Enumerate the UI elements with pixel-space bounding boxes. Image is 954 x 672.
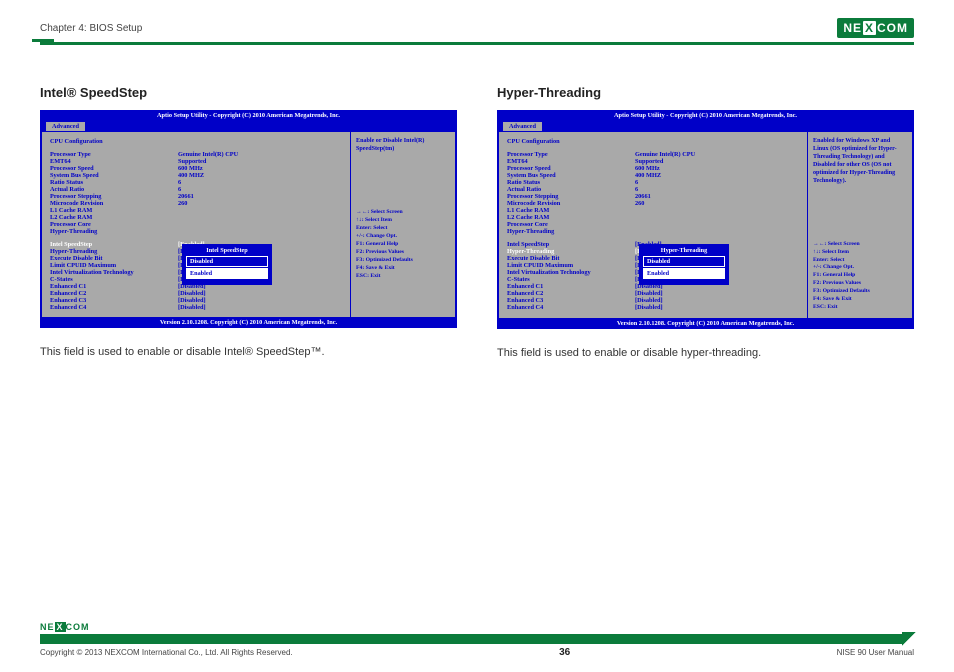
bios-tab-advanced: Advanced (503, 122, 542, 131)
section-title-right: Hyper-Threading (497, 85, 914, 100)
bios-popup-left: Intel SpeedStep Disabled Enabled (182, 244, 272, 285)
bios-info-row: L1 Cache RAM (507, 207, 799, 214)
bios-info-row: EMT64Supported (50, 158, 342, 165)
bios-popup-right: Hyper-Threading Disabled Enabled (639, 244, 729, 285)
bios-info-row: System Bus Speed400 MHZ (50, 172, 342, 179)
bios-tab-advanced: Advanced (46, 122, 85, 131)
bios-help-top: Enable or Disable Intel(R) SpeedStep(tm) (356, 138, 450, 154)
bios-cfg-title: CPU Configuration (507, 138, 799, 145)
bios-screenshot-left: Aptio Setup Utility - Copyright (C) 2010… (40, 110, 457, 328)
bios-info-row: Actual Ratio6 (50, 186, 342, 193)
bios-tabbar: Advanced (497, 121, 914, 132)
bios-screenshot-right: Aptio Setup Utility - Copyright (C) 2010… (497, 110, 914, 329)
bios-info-row: Ratio Status6 (50, 179, 342, 186)
nexcom-logo: NEXCOM (837, 18, 914, 38)
bios-keyhelp: →←: Select Screen↑↓: Select ItemEnter: S… (813, 241, 907, 313)
bios-info-row: Processor TypeGenuine Intel(R) CPU (50, 151, 342, 158)
bios-keyhelp: →←: Select Screen↑↓: Select ItemEnter: S… (356, 209, 450, 281)
popup-opt-disabled: Disabled (186, 256, 268, 267)
popup-opt-disabled: Disabled (643, 256, 725, 267)
bios-info-row: Processor TypeGenuine Intel(R) CPU (507, 151, 799, 158)
bios-info-row: L2 Cache RAM (507, 214, 799, 221)
bios-info-row: Hyper-Threading (507, 228, 799, 235)
field-description-right: This field is used to enable or disable … (497, 347, 914, 359)
bios-header: Aptio Setup Utility - Copyright (C) 2010… (497, 110, 914, 121)
bios-info-row: Ratio Status6 (507, 179, 799, 186)
bios-info-row: Processor Core (507, 221, 799, 228)
bios-info-rows: Processor TypeGenuine Intel(R) CPUEMT64S… (507, 151, 799, 235)
popup-opt-enabled: Enabled (186, 268, 268, 279)
manual-name: NISE 90 User Manual (837, 648, 914, 657)
page-header: Chapter 4: BIOS Setup NEXCOM (40, 18, 914, 38)
bios-info-row: Actual Ratio6 (507, 186, 799, 193)
bios-option-row: Enhanced C3[Disabled] (507, 297, 799, 304)
bios-option-row: Enhanced C2[Disabled] (507, 290, 799, 297)
copyright-text: Copyright © 2013 NEXCOM International Co… (40, 648, 293, 657)
bios-info-row: L2 Cache RAM (50, 214, 342, 221)
bios-header: Aptio Setup Utility - Copyright (C) 2010… (40, 110, 457, 121)
left-column: Intel® SpeedStep Aptio Setup Utility - C… (40, 85, 457, 359)
page-footer: NEXCOM Copyright © 2013 NEXCOM Internati… (0, 622, 954, 658)
popup-opt-enabled: Enabled (643, 268, 725, 279)
bios-cfg-title: CPU Configuration (50, 138, 342, 145)
bios-info-row: Processor Speed600 MHz (50, 165, 342, 172)
bios-help-top: Enabled for Windows XP and Linux (OS opt… (813, 138, 907, 186)
bios-info-rows: Processor TypeGenuine Intel(R) CPUEMT64S… (50, 151, 342, 235)
bios-info-row: Processor Speed600 MHz (507, 165, 799, 172)
bios-option-row: Enhanced C3[Disabled] (50, 297, 342, 304)
bios-info-row: Microcode Revision260 (50, 200, 342, 207)
bios-option-row: Enhanced C2[Disabled] (50, 290, 342, 297)
bios-tabbar: Advanced (40, 121, 457, 132)
bios-option-row: Enhanced C4[Disabled] (50, 304, 342, 311)
right-column: Hyper-Threading Aptio Setup Utility - Co… (497, 85, 914, 359)
bios-info-row: L1 Cache RAM (50, 207, 342, 214)
bios-info-row: Hyper-Threading (50, 228, 342, 235)
page-number: 36 (559, 647, 570, 658)
bios-info-row: EMT64Supported (507, 158, 799, 165)
bios-footer: Version 2.10.1208. Copyright (C) 2010 Am… (40, 317, 457, 328)
footer-logo: NEXCOM (40, 622, 90, 632)
footer-rule (40, 634, 914, 644)
section-title-left: Intel® SpeedStep (40, 85, 457, 100)
header-rule (40, 42, 914, 45)
bios-option-row: Enhanced C4[Disabled] (507, 304, 799, 311)
bios-info-row: Processor Stepping20661 (507, 193, 799, 200)
bios-info-row: Microcode Revision260 (507, 200, 799, 207)
field-description-left: This field is used to enable or disable … (40, 346, 457, 358)
bios-info-row: Processor Core (50, 221, 342, 228)
bios-footer: Version 2.10.1208. Copyright (C) 2010 Am… (497, 318, 914, 329)
chapter-title: Chapter 4: BIOS Setup (40, 23, 142, 34)
bios-info-row: System Bus Speed400 MHZ (507, 172, 799, 179)
bios-info-row: Processor Stepping20661 (50, 193, 342, 200)
